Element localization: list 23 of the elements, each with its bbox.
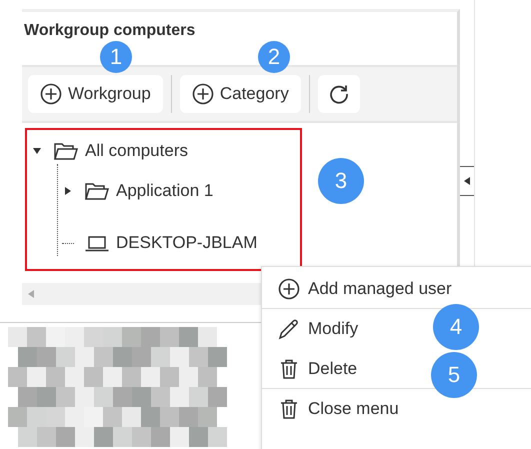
callout-badge: 2 — [258, 41, 290, 73]
trash-icon — [278, 358, 300, 380]
panel-title: Workgroup computers — [23, 21, 196, 41]
refresh-icon[interactable] — [328, 83, 350, 105]
tree-item[interactable]: DESKTOP-JBLAM — [116, 233, 258, 253]
add-icon — [40, 83, 62, 105]
expanded-icon[interactable] — [33, 148, 41, 154]
pencil-icon — [278, 318, 300, 340]
collapse-handle[interactable] — [460, 166, 474, 196]
collapsed-icon[interactable] — [65, 187, 71, 195]
callout-badge: 3 — [318, 158, 364, 204]
collapse-icon[interactable] — [464, 177, 470, 185]
add-icon — [192, 83, 214, 105]
folder-icon — [84, 181, 110, 201]
trash-icon — [278, 398, 300, 420]
refresh-button[interactable] — [318, 75, 360, 113]
folder-icon — [53, 141, 79, 161]
add-button[interactable]: Workgroup — [28, 75, 163, 113]
tree-item[interactable]: All computers — [85, 141, 188, 161]
callout-badge: 1 — [100, 41, 132, 73]
add-button[interactable]: Category — [180, 75, 301, 113]
tree-item[interactable]: Application 1 — [116, 181, 214, 201]
add-icon — [278, 278, 300, 300]
